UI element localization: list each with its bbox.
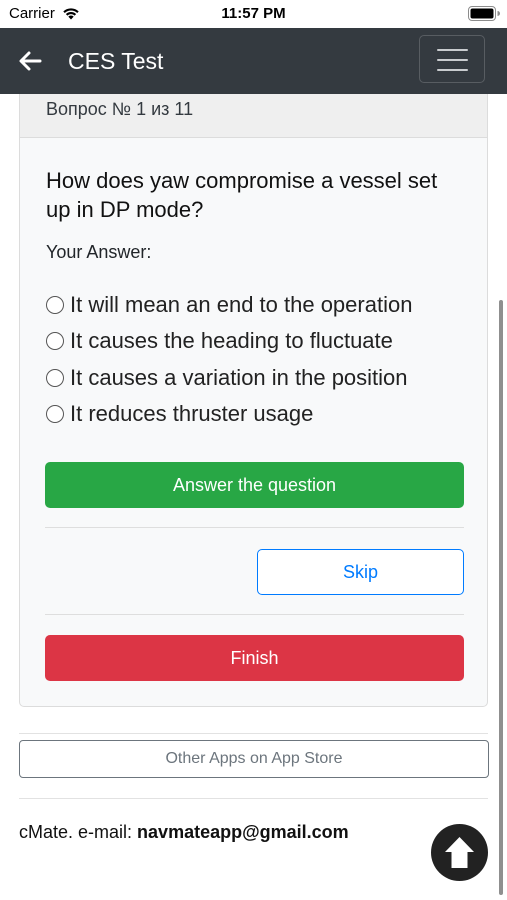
answer-option-label[interactable]: It reduces thruster usage (70, 399, 313, 429)
clock: 11:57 PM (221, 5, 286, 22)
menu-bar (437, 59, 468, 61)
email-link[interactable]: navmateapp@gmail.com (137, 822, 349, 842)
menu-bar (437, 69, 468, 71)
arrow-left-icon[interactable] (18, 50, 42, 72)
page-title: CES Test (68, 48, 164, 74)
question-text: How does yaw compromise a vessel set up … (46, 168, 438, 222)
answer-label: Your Answer: (46, 242, 152, 262)
scrollbar[interactable] (499, 300, 503, 895)
question-card: Вопрос № 1 из 11 How does yaw compromise… (19, 94, 488, 707)
scroll-to-top-button[interactable] (431, 824, 488, 881)
other-apps-button[interactable]: Other Apps on App Store (19, 740, 489, 778)
arrow-up-icon (445, 837, 474, 868)
menu-bar (437, 49, 468, 51)
navbar: CES Test (0, 28, 507, 94)
radio-button[interactable] (46, 296, 64, 314)
battery-icon (468, 6, 500, 21)
question-progress: Вопрос № 1 из 11 (46, 99, 194, 119)
answer-option-label[interactable]: It will mean an end to the operation (70, 290, 412, 320)
radio-button[interactable] (46, 405, 64, 423)
radio-button[interactable] (46, 369, 64, 387)
card-header: Вопрос № 1 из 11 (20, 94, 487, 138)
skip-button[interactable]: Skip (257, 549, 464, 595)
divider (19, 798, 488, 799)
divider (19, 733, 488, 734)
answer-option-label[interactable]: It causes the heading to fluctuate (70, 326, 393, 356)
contact-text: cMate. e-mail: navmateapp@gmail.com (19, 822, 349, 843)
answer-button[interactable]: Answer the question (45, 462, 464, 508)
contact-prefix: cMate. e-mail: (19, 822, 133, 842)
finish-button[interactable]: Finish (45, 635, 464, 681)
status-bar: Carrier 11:57 PM (0, 0, 507, 28)
divider (45, 527, 464, 528)
radio-button[interactable] (46, 332, 64, 350)
menu-toggle-button[interactable] (419, 35, 485, 83)
answer-option-label[interactable]: It causes a variation in the position (70, 363, 408, 393)
divider (45, 614, 464, 615)
